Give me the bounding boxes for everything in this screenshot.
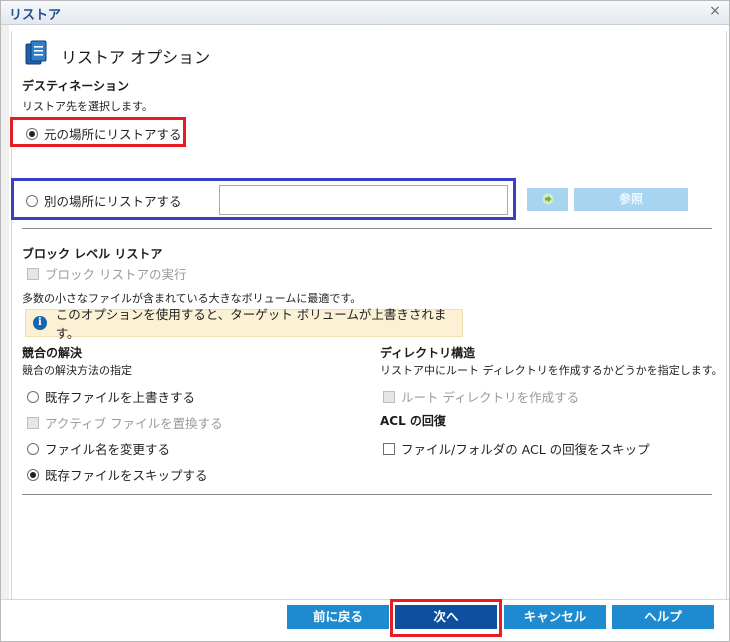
radio-rename[interactable]: ファイル名を変更する xyxy=(27,439,170,458)
restore-options-icon xyxy=(25,40,47,65)
checkbox-disabled-icon[interactable] xyxy=(27,267,39,280)
checkbox-disabled-icon[interactable] xyxy=(27,416,39,429)
replace-active-label: アクティブ ファイルを置換する xyxy=(45,416,223,431)
radio-original-label: 元の場所にリストアする xyxy=(44,127,182,142)
destination-heading: デスティネーション xyxy=(22,79,130,93)
alternate-path-input[interactable] xyxy=(219,185,508,215)
checkbox-create-root[interactable]: ルート ディレクトリを作成する xyxy=(383,387,579,406)
destination-description: リストア先を選択します。 xyxy=(22,100,153,113)
radio-alternate-label: 別の場所にリストアする xyxy=(44,194,182,209)
radio-unchecked-icon[interactable] xyxy=(27,442,39,455)
radio-skip-label: 既存ファイルをスキップする xyxy=(45,468,208,483)
info-message: このオプションを使用すると、ターゲット ボリュームが上書きされます。 xyxy=(55,307,447,341)
radio-overwrite-label: 既存ファイルを上書きする xyxy=(45,390,196,405)
close-icon[interactable]: × xyxy=(707,3,723,19)
conflict-description: 競合の解決方法の指定 xyxy=(22,364,132,377)
radio-checked-icon[interactable] xyxy=(26,127,38,140)
directory-heading: ディレクトリ構造 xyxy=(380,346,476,360)
content-panel: リストア オプション デスティネーション リストア先を選択します。 元の場所にリ… xyxy=(10,31,727,599)
checkbox-replace-active[interactable]: アクティブ ファイルを置換する xyxy=(27,413,223,432)
directory-description: リストア中にルート ディレクトリを作成するかどうかを指定します。 xyxy=(380,364,723,377)
left-scrollbar[interactable] xyxy=(1,25,9,641)
title-bar: リストア × xyxy=(1,1,729,25)
radio-rename-label: ファイル名を変更する xyxy=(45,442,171,457)
window-title: リストア xyxy=(9,8,62,23)
radio-unchecked-icon[interactable] xyxy=(27,390,39,403)
go-button[interactable] xyxy=(527,188,568,211)
acl-heading: ACL の回復 xyxy=(380,414,446,428)
browse-button[interactable]: 参照 xyxy=(574,188,688,211)
highlight-next-button xyxy=(390,599,502,637)
conflict-heading: 競合の解決 xyxy=(22,346,83,360)
checkbox-unchecked-icon[interactable] xyxy=(383,442,395,455)
block-level-heading: ブロック レベル リストア xyxy=(22,247,163,261)
divider xyxy=(22,494,712,495)
checkbox-skip-acl[interactable]: ファイル/フォルダの ACL の回復をスキップ xyxy=(383,439,650,458)
arrow-right-icon xyxy=(542,193,554,205)
radio-checked-icon[interactable] xyxy=(27,468,39,481)
block-restore-label: ブロック リストアの実行 xyxy=(45,267,187,282)
radio-overwrite[interactable]: 既存ファイルを上書きする xyxy=(27,387,195,406)
radio-unchecked-icon[interactable] xyxy=(26,194,38,207)
radio-original-location[interactable]: 元の場所にリストアする xyxy=(26,124,182,143)
info-icon: i xyxy=(33,316,47,330)
radio-skip[interactable]: 既存ファイルをスキップする xyxy=(27,465,208,484)
block-restore-checkbox[interactable]: ブロック リストアの実行 xyxy=(27,264,186,283)
divider xyxy=(22,228,712,229)
page-title: リストア オプション xyxy=(61,48,211,67)
back-button[interactable]: 前に戻る xyxy=(287,605,389,629)
help-button[interactable]: ヘルプ xyxy=(612,605,714,629)
create-root-label: ルート ディレクトリを作成する xyxy=(401,390,580,405)
cancel-button[interactable]: キャンセル xyxy=(504,605,606,629)
restore-dialog: リストア × リストア オプション デスティネーション リストア先を選択します。… xyxy=(0,0,730,642)
skip-acl-label: ファイル/フォルダの ACL の回復をスキップ xyxy=(401,442,650,457)
radio-alternate-location[interactable]: 別の場所にリストアする xyxy=(26,191,182,210)
checkbox-disabled-icon[interactable] xyxy=(383,390,395,403)
info-banner: i このオプションを使用すると、ターゲット ボリュームが上書きされます。 xyxy=(25,307,463,341)
